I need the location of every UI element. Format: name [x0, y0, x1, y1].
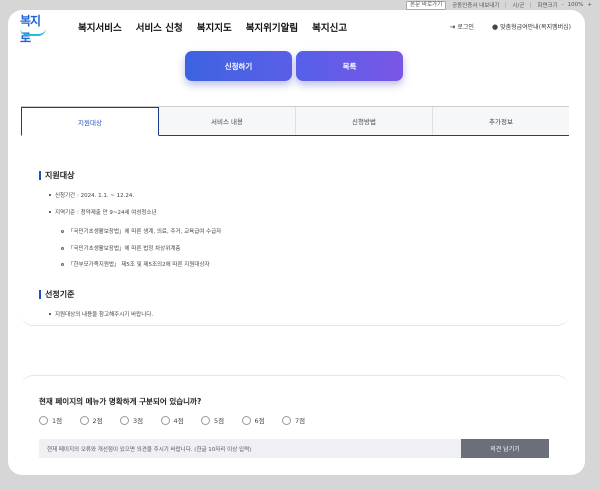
membership-guide-link[interactable]: ● 맞춤형급여안내(복지멤버십)	[491, 22, 571, 32]
tab-support-target[interactable]: 지원대상	[21, 107, 159, 136]
submit-opinion-button[interactable]: 의견 남기기	[461, 439, 549, 458]
tab-additional-info[interactable]: 추가정보	[433, 107, 569, 135]
radio-icon[interactable]	[39, 415, 48, 425]
list-item: 신청기간 : 2024. 1.1. ~ 12.24.	[49, 191, 134, 199]
list-item: 「한부모가족지원법」 제5조 및 제5조의2에 따른 지원대상자	[61, 260, 210, 268]
zoom-control: 화면크기 - 100% +	[537, 1, 592, 9]
header: 복지로 복지서비스 서비스 신청 복지지도 복지위기알림 복지신고 ⇥ 로그인 …	[8, 10, 585, 45]
sub-bullet-icon	[61, 262, 64, 266]
divider	[530, 2, 532, 8]
rating-options: 1점 2점 3점 4점 5점 6점 7점	[39, 415, 323, 425]
section-marker	[39, 171, 41, 180]
login-link[interactable]: ⇥ 로그인	[449, 22, 474, 32]
radio-icon[interactable]	[120, 415, 129, 425]
logo-swoosh-icon	[20, 28, 46, 36]
detail-tabs: 지원대상 서비스 내용 신청방법 추가정보	[21, 106, 569, 136]
support-target-title: 지원대상	[39, 170, 74, 181]
rating-option-7[interactable]: 7점	[282, 415, 323, 425]
sub-bullet-icon	[61, 229, 64, 233]
list-item: 지원대상의 내용을 참고해주시기 바랍니다.	[49, 310, 153, 318]
rating-option-4[interactable]: 4점	[160, 415, 202, 425]
zoom-level: 100%	[567, 2, 584, 8]
radio-icon[interactable]	[160, 415, 170, 425]
rating-option-2[interactable]: 2점	[79, 415, 121, 425]
nav-crisis-alert[interactable]: 복지위기알림	[246, 20, 298, 34]
header-utilities: ⇥ 로그인 ● 맞춤형급여안내(복지멤버십)	[449, 22, 571, 32]
nav-welfare-report[interactable]: 복지신고	[312, 20, 347, 34]
tab-content: 지원대상 신청기간 : 2024. 1.1. ~ 12.24. 지역기준 : 청…	[21, 136, 569, 326]
list-button[interactable]: 목록	[296, 51, 403, 81]
nav-welfare-map[interactable]: 복지지도	[197, 20, 232, 34]
main-nav: 복지서비스 서비스 신청 복지지도 복지위기알림 복지신고	[78, 20, 347, 34]
page-frame: 복지로 복지서비스 서비스 신청 복지지도 복지위기알림 복지신고 ⇥ 로그인 …	[8, 10, 585, 475]
skip-to-content-button[interactable]: 본문 바로가기	[406, 0, 447, 10]
tab-apply-method[interactable]: 신청방법	[296, 107, 433, 135]
divider	[505, 2, 507, 8]
list-item: 지역기준 : 청약제출 만 9~24세 여성청소년	[49, 208, 157, 216]
sub-bullet-icon	[61, 246, 64, 250]
list-item: 「국민기초생활보장법」에 따른 법정 차상위계층	[61, 244, 180, 252]
nav-service-apply[interactable]: 서비스 신청	[136, 20, 183, 34]
rating-option-1[interactable]: 1점	[39, 415, 80, 425]
section-marker	[39, 290, 41, 299]
bullet-icon	[49, 211, 51, 213]
radio-icon[interactable]	[79, 415, 89, 425]
radio-icon[interactable]	[282, 415, 291, 425]
list-item: 「국민기초생활보장법」에 따른 생계, 의료, 주거, 교육급여 수급자	[61, 227, 221, 235]
tab-service-content[interactable]: 서비스 내용	[159, 107, 296, 135]
radio-icon[interactable]	[241, 415, 251, 425]
opinion-input[interactable]: 현재 페이지의 오류와 개선점이 있으면 의견을 주시기 바랍니다. (한글 1…	[39, 439, 461, 458]
nav-welfare-service[interactable]: 복지서비스	[78, 20, 122, 34]
action-buttons: 신청하기 목록	[185, 51, 403, 81]
survey-question: 현재 페이지의 메뉴가 명확하게 구분되어 있습니까?	[39, 397, 202, 406]
utility-bar: 본문 바로가기 공동인증서 내보내기 시/군 화면크기 - 100% +	[406, 0, 592, 10]
bullet-icon	[49, 313, 51, 315]
satisfaction-survey: 현재 페이지의 메뉴가 명확하게 구분되어 있습니까? 1점 2점 3점 4점 …	[21, 375, 569, 470]
zoom-out-button[interactable]: -	[562, 2, 564, 8]
login-label: 로그인	[457, 24, 474, 31]
login-icon: ⇥	[449, 22, 456, 31]
city-select[interactable]: 시/군	[512, 1, 524, 9]
radio-icon[interactable]	[201, 415, 210, 425]
zoom-in-button[interactable]: +	[587, 2, 592, 8]
apply-button[interactable]: 신청하기	[185, 51, 292, 81]
rating-option-3[interactable]: 3점	[120, 415, 161, 425]
membership-guide-label: 맞춤형급여안내(복지멤버십)	[500, 24, 571, 31]
logo[interactable]: 복지로	[18, 12, 48, 45]
rating-option-6[interactable]: 6점	[241, 415, 283, 425]
person-icon: ●	[491, 22, 499, 31]
bullet-icon	[49, 194, 51, 196]
certificate-link[interactable]: 공동인증서 내보내기	[452, 1, 499, 9]
rating-option-5[interactable]: 5점	[201, 415, 242, 425]
selection-criteria-title: 선정기준	[39, 289, 74, 300]
screen-size-label: 화면크기	[537, 3, 558, 9]
